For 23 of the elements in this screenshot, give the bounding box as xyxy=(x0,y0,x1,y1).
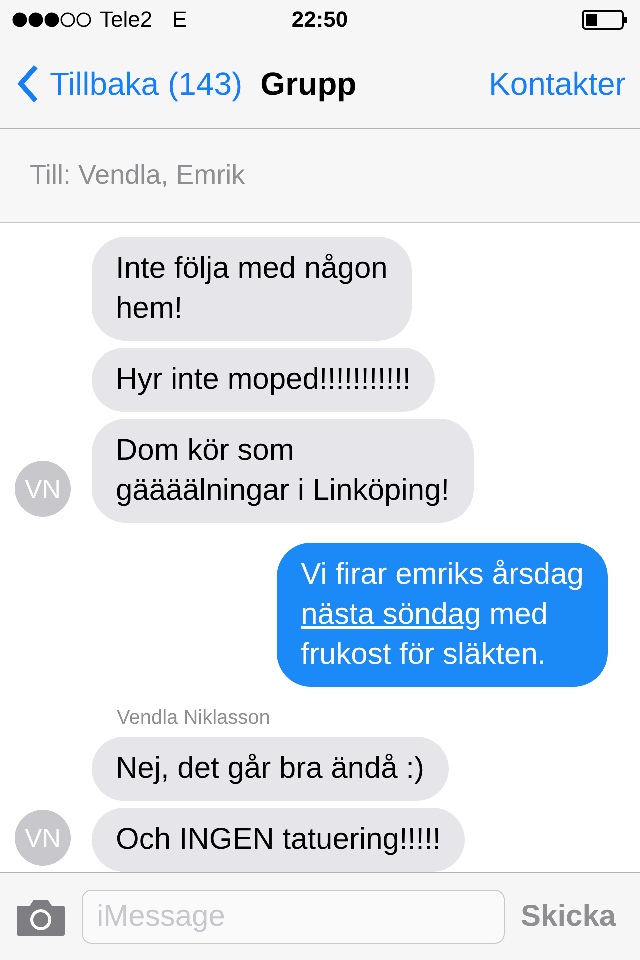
date-link[interactable]: nästa söndag xyxy=(301,598,482,631)
network-type: E xyxy=(172,7,188,33)
back-label[interactable]: Tillbaka (143) xyxy=(50,66,243,102)
avatar: VN xyxy=(15,810,71,866)
recipients-label: Till: Vendla, Emrik xyxy=(30,160,246,191)
chevron-left-icon xyxy=(16,64,40,104)
message-bubble: Inte följa med någon hem! xyxy=(92,237,412,341)
nav-title: Grupp xyxy=(260,66,357,102)
message-bubble: Nej, det går bra ändå :) xyxy=(92,737,449,801)
avatar: VN xyxy=(15,461,71,517)
message-bubble: Vi firar emriks årsdag nästa söndag med frukost för släkten. xyxy=(277,543,608,687)
back-button[interactable]: Tillbaka (143) xyxy=(16,64,243,104)
clock: 22:50 xyxy=(292,7,348,33)
message-bubble: Dom kör som gäääälningar i Linköping! xyxy=(92,419,474,523)
carrier-name: Tele2 xyxy=(100,7,153,33)
contacts-button[interactable]: Kontakter xyxy=(489,66,626,102)
sender-name: Vendla Niklasson xyxy=(116,707,272,730)
send-button[interactable]: Skicka xyxy=(521,900,616,934)
camera-icon[interactable] xyxy=(16,898,66,936)
message-bubble: Hyr inte moped!!!!!!!!!!! xyxy=(92,348,436,412)
message-bubble: Och INGEN tatuering!!!!! xyxy=(92,808,466,872)
battery-icon xyxy=(582,10,628,30)
signal-icon xyxy=(12,12,92,28)
